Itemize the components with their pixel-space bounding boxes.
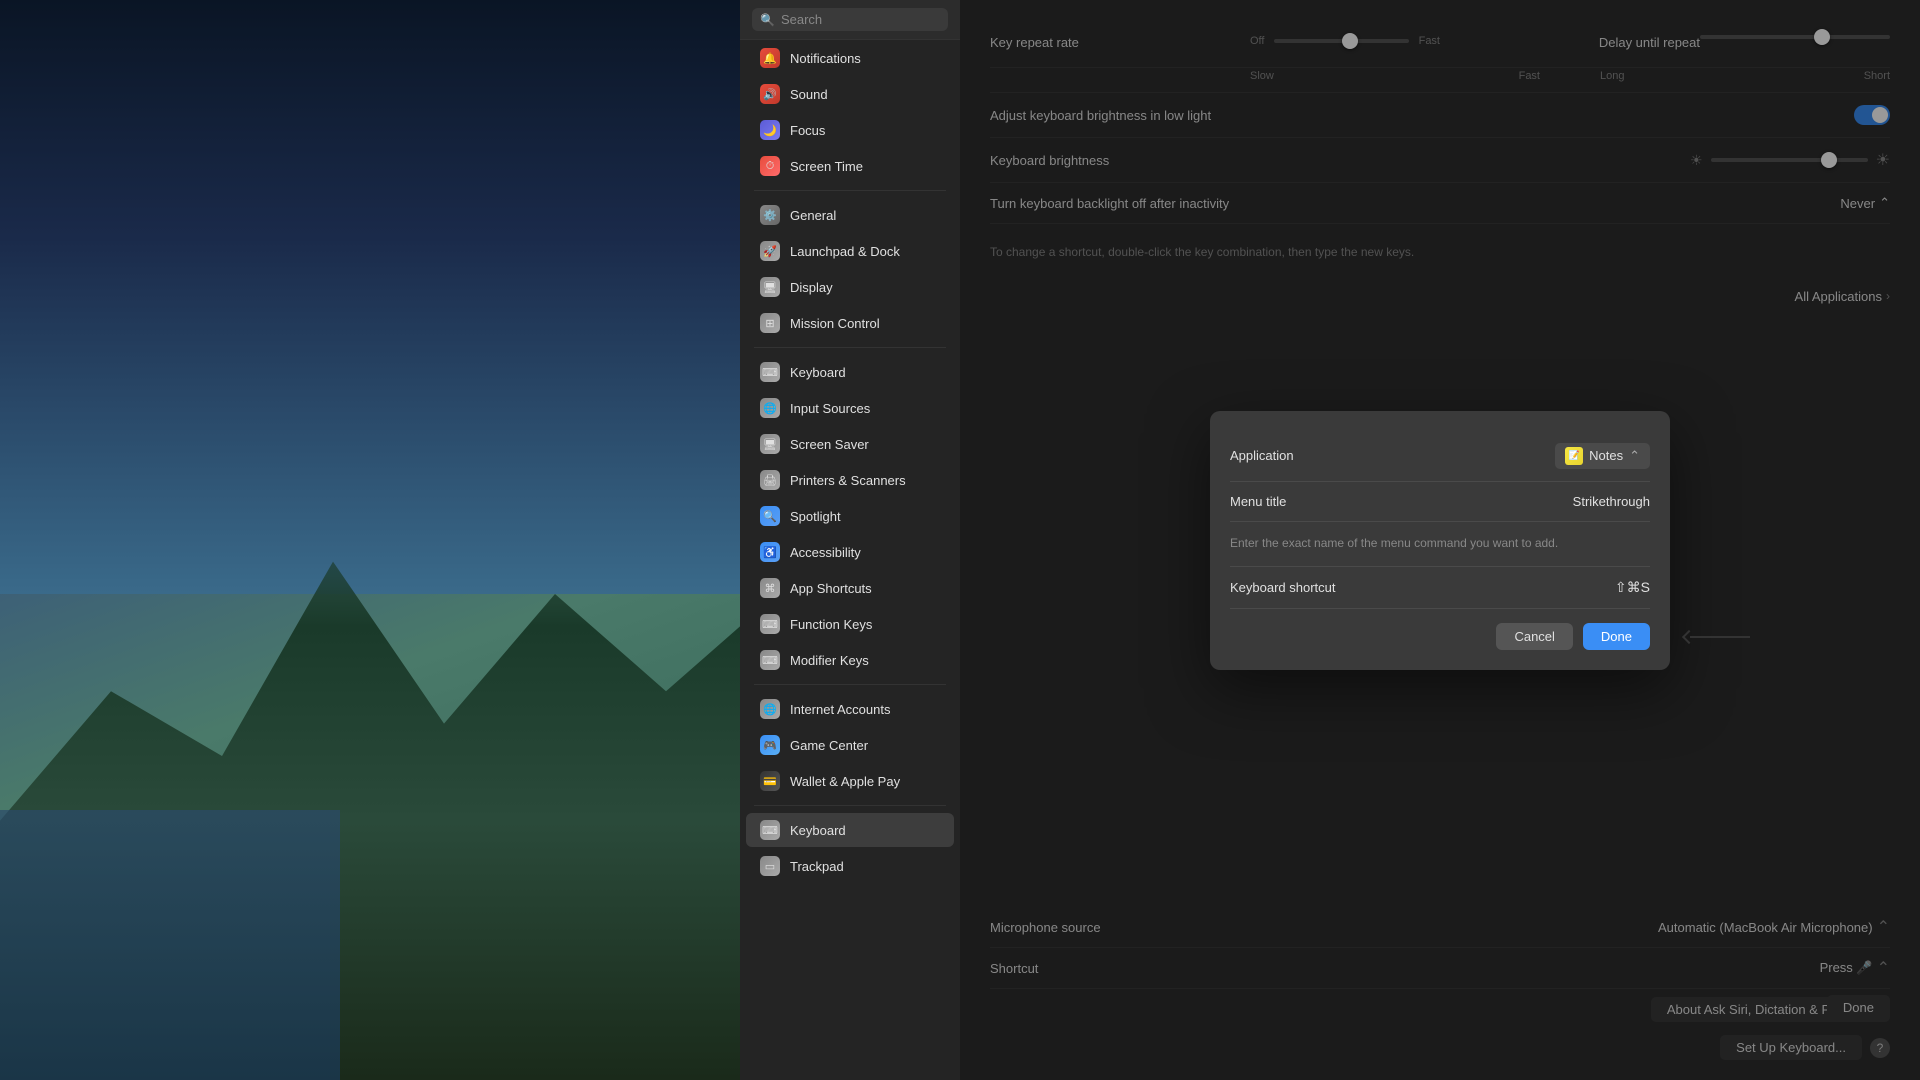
sidebar-item-sound[interactable]: 🔊 Sound bbox=[746, 77, 954, 111]
sidebar-label-focus: Focus bbox=[790, 123, 825, 138]
keyboard-icon: ⌨ bbox=[760, 362, 780, 382]
search-input[interactable] bbox=[781, 12, 940, 27]
input-icon: 🌐 bbox=[760, 398, 780, 418]
sidebar-item-printers[interactable]: 🖨 Printers & Scanners bbox=[746, 463, 954, 497]
sidebar-item-spotlight[interactable]: 🔍 Spotlight bbox=[746, 499, 954, 533]
modal-application-label: Application bbox=[1230, 448, 1360, 463]
sidebar-label-screen2: Screen Saver bbox=[790, 437, 869, 452]
sidebar-item-wallet[interactable]: 💳 Wallet & Apple Pay bbox=[746, 764, 954, 798]
main-content-area: Key repeat rate Off Fast Delay until rep… bbox=[960, 0, 1920, 1080]
screentime-icon: ⏱ bbox=[760, 156, 780, 176]
functionkeys-icon: ⌨ bbox=[760, 614, 780, 634]
shortcut-keys: ⇧⌘S bbox=[1615, 579, 1650, 596]
sidebar-item-modifierkeys[interactable]: ⌨ Modifier Keys bbox=[746, 643, 954, 677]
system-preferences-window: 🔍 🔔 Notifications 🔊 Sound 🌙 Focus ⏱ Scre… bbox=[740, 0, 1920, 1080]
sidebar-item-input[interactable]: 🌐 Input Sources bbox=[746, 391, 954, 425]
app-dropdown-arrow-icon: ⌃ bbox=[1629, 448, 1640, 464]
focus-icon: 🌙 bbox=[760, 120, 780, 140]
keyboard-main-icon: ⌨ bbox=[760, 820, 780, 840]
accessibility-icon: ♿ bbox=[760, 542, 780, 562]
sidebar-item-gamecenter[interactable]: 🎮 Game Center bbox=[746, 728, 954, 762]
search-bar[interactable]: 🔍 bbox=[740, 0, 960, 40]
appshortcuts-icon: ⌘ bbox=[760, 578, 780, 598]
arrow-annotation bbox=[1684, 632, 1750, 642]
sidebar-label-trackpad: Trackpad bbox=[790, 859, 844, 874]
sidebar-item-keyboard[interactable]: ⌨ Keyboard bbox=[746, 355, 954, 389]
sidebar-label-accessibility: Accessibility bbox=[790, 545, 861, 560]
modal-menu-title-label: Menu title bbox=[1230, 494, 1360, 509]
sound-icon: 🔊 bbox=[760, 84, 780, 104]
sidebar-item-display[interactable]: 🖥 Display bbox=[746, 270, 954, 304]
sidebar-label-appshortcuts: App Shortcuts bbox=[790, 581, 872, 596]
display-icon: 🖥 bbox=[760, 277, 780, 297]
gamecenter-icon: 🎮 bbox=[760, 735, 780, 755]
sidebar-label-input: Input Sources bbox=[790, 401, 870, 416]
sidebar-label-screentime: Screen Time bbox=[790, 159, 863, 174]
sidebar-label-display: Display bbox=[790, 280, 833, 295]
sidebar-label-functionkeys: Function Keys bbox=[790, 617, 872, 632]
sidebar-label-mission: Mission Control bbox=[790, 316, 880, 331]
sidebar-label-general: General bbox=[790, 208, 836, 223]
sidebar: 🔍 🔔 Notifications 🔊 Sound 🌙 Focus ⏱ Scre… bbox=[740, 0, 960, 1080]
internet-icon: 🌐 bbox=[760, 699, 780, 719]
sidebar-item-launchpad[interactable]: 🚀 Launchpad & Dock bbox=[746, 234, 954, 268]
printers-icon: 🖨 bbox=[760, 470, 780, 490]
keyboard-shortcut-display[interactable]: ⇧⌘S bbox=[1615, 579, 1650, 596]
app-dropdown[interactable]: 📝 Notes ⌃ bbox=[1555, 443, 1650, 469]
modal-instruction: Enter the exact name of the menu command… bbox=[1230, 528, 1650, 558]
notifications-icon: 🔔 bbox=[760, 48, 780, 68]
sidebar-item-screentime[interactable]: ⏱ Screen Time bbox=[746, 149, 954, 183]
divider-4 bbox=[754, 805, 946, 806]
wallet-icon: 💳 bbox=[760, 771, 780, 791]
menu-title-input[interactable] bbox=[1360, 494, 1650, 509]
sidebar-item-keyboard-main[interactable]: ⌨ Keyboard bbox=[746, 813, 954, 847]
divider-2 bbox=[754, 347, 946, 348]
arrow-head-icon bbox=[1682, 629, 1696, 643]
trackpad-icon: ▭ bbox=[760, 856, 780, 876]
sidebar-label-spotlight: Spotlight bbox=[790, 509, 841, 524]
sidebar-item-trackpad[interactable]: ▭ Trackpad bbox=[746, 849, 954, 883]
sidebar-label-wallet: Wallet & Apple Pay bbox=[790, 774, 900, 789]
sidebar-label-notifications: Notifications bbox=[790, 51, 861, 66]
done-modal-button[interactable]: Done bbox=[1583, 623, 1650, 650]
sidebar-item-accessibility[interactable]: ♿ Accessibility bbox=[746, 535, 954, 569]
sidebar-label-modifierkeys: Modifier Keys bbox=[790, 653, 869, 668]
sidebar-item-screen2[interactable]: 🖥 Screen Saver bbox=[746, 427, 954, 461]
spotlight-icon: 🔍 bbox=[760, 506, 780, 526]
general-icon: ⚙️ bbox=[760, 205, 780, 225]
screen2-icon: 🖥 bbox=[760, 434, 780, 454]
modal-overlay: Application 📝 Notes ⌃ bbox=[960, 0, 1920, 1080]
sidebar-item-functionkeys[interactable]: ⌨ Function Keys bbox=[746, 607, 954, 641]
sidebar-label-launchpad: Launchpad & Dock bbox=[790, 244, 900, 259]
add-shortcut-modal: Application 📝 Notes ⌃ bbox=[1210, 411, 1670, 670]
mission-icon: ⊞ bbox=[760, 313, 780, 333]
notes-app-icon: 📝 bbox=[1565, 447, 1583, 465]
modal-keyboard-shortcut-label: Keyboard shortcut bbox=[1230, 580, 1360, 595]
sidebar-label-sound: Sound bbox=[790, 87, 828, 102]
launchpad-icon: 🚀 bbox=[760, 241, 780, 261]
sidebar-item-general[interactable]: ⚙️ General bbox=[746, 198, 954, 232]
sidebar-label-gamecenter: Game Center bbox=[790, 738, 868, 753]
sidebar-item-mission[interactable]: ⊞ Mission Control bbox=[746, 306, 954, 340]
sidebar-label-keyboard: Keyboard bbox=[790, 365, 846, 380]
search-icon: 🔍 bbox=[760, 13, 775, 27]
sidebar-item-notifications[interactable]: 🔔 Notifications bbox=[746, 41, 954, 75]
arrow-line bbox=[1690, 636, 1750, 638]
sidebar-item-appshortcuts[interactable]: ⌘ App Shortcuts bbox=[746, 571, 954, 605]
sidebar-label-keyboard-main: Keyboard bbox=[790, 823, 846, 838]
sidebar-item-focus[interactable]: 🌙 Focus bbox=[746, 113, 954, 147]
sidebar-item-internet[interactable]: 🌐 Internet Accounts bbox=[746, 692, 954, 726]
divider-1 bbox=[754, 190, 946, 191]
cancel-button[interactable]: Cancel bbox=[1496, 623, 1572, 650]
sidebar-label-printers: Printers & Scanners bbox=[790, 473, 906, 488]
desktop-wallpaper bbox=[0, 0, 740, 1080]
sidebar-label-internet: Internet Accounts bbox=[790, 702, 890, 717]
divider-3 bbox=[754, 684, 946, 685]
app-name: Notes bbox=[1589, 448, 1623, 463]
modifierkeys-icon: ⌨ bbox=[760, 650, 780, 670]
